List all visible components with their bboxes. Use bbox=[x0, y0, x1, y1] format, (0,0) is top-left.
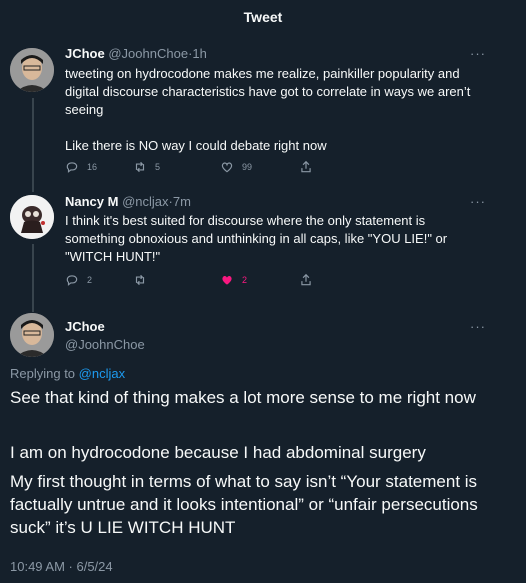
replying-prefix: Replying to bbox=[10, 366, 76, 381]
share-button[interactable] bbox=[299, 160, 313, 174]
tweet-2-time[interactable]: 7m bbox=[173, 194, 191, 209]
tweet-1-line: Like there is NO way I could debate righ… bbox=[65, 138, 327, 153]
avatar-jchoe[interactable] bbox=[10, 48, 54, 92]
main-name[interactable]: JChoe bbox=[65, 319, 145, 334]
tweet-2-name[interactable]: Nancy M bbox=[65, 194, 118, 209]
reply-count: 2 bbox=[87, 275, 93, 285]
reply-count: 16 bbox=[87, 162, 98, 172]
share-icon bbox=[301, 273, 311, 286]
thread-line-2 bbox=[32, 244, 34, 312]
tweet-1-line: digital discourse characteristics have g… bbox=[65, 84, 471, 99]
retweet-button[interactable]: 5 bbox=[133, 160, 160, 174]
reply-button[interactable]: 16 bbox=[65, 160, 97, 174]
share-icon bbox=[301, 160, 311, 173]
tweet-1-line: seeing bbox=[65, 102, 104, 117]
retweet-count: 5 bbox=[155, 162, 161, 172]
share-button[interactable] bbox=[299, 273, 313, 287]
retweet-icon bbox=[135, 161, 145, 173]
reply-button[interactable]: 2 bbox=[65, 273, 92, 287]
tweet-1-time[interactable]: 1h bbox=[192, 46, 206, 61]
tweet-1-handle[interactable]: @JoohnChoe bbox=[108, 46, 188, 61]
page-title: Tweet bbox=[243, 9, 283, 25]
retweet-icon bbox=[135, 274, 145, 286]
main-paragraph-1: See that kind of thing makes a lot more … bbox=[10, 388, 476, 407]
timestamp[interactable]: 10:49 AM · 6/5/24 bbox=[10, 559, 113, 574]
tweet-1-line bbox=[65, 119, 505, 137]
replying-to: Replying to @ncljax bbox=[10, 366, 125, 381]
avatar-jchoe-main[interactable] bbox=[10, 313, 54, 357]
main-more-icon[interactable]: ··· bbox=[470, 319, 486, 334]
main-handle[interactable]: @JoohnChoe bbox=[65, 337, 145, 352]
tweet-1-more-icon[interactable]: ··· bbox=[470, 46, 486, 61]
tweet-2-handle[interactable]: @ncljax bbox=[122, 194, 168, 209]
like-button[interactable]: 99 bbox=[220, 160, 252, 174]
main-paragraph-2: I am on hydrocodone because I had abdomi… bbox=[10, 443, 426, 462]
like-icon bbox=[221, 162, 233, 173]
tweet-2-more-icon[interactable]: ··· bbox=[470, 194, 486, 209]
avatar-nancy[interactable] bbox=[10, 195, 54, 239]
reply-icon bbox=[66, 162, 78, 173]
tweet-1-line: tweeting on hydrocodone makes me realize… bbox=[65, 66, 460, 81]
reply-icon bbox=[66, 275, 78, 286]
thread-line-1 bbox=[32, 98, 34, 192]
tweet-2-line: something obnoxious and unthinking in al… bbox=[65, 231, 448, 246]
replying-to-link[interactable]: @ncljax bbox=[79, 366, 125, 381]
like-count: 99 bbox=[242, 162, 253, 172]
retweet-button[interactable] bbox=[133, 273, 147, 287]
tweet-2-line: "WITCH HUNT!" bbox=[65, 249, 161, 264]
tweet-2-line: I think it's best suited for discourse w… bbox=[65, 213, 426, 228]
like-count: 2 bbox=[242, 275, 248, 285]
like-button[interactable]: 2 bbox=[220, 273, 247, 287]
tweet-1-name[interactable]: JChoe bbox=[65, 46, 105, 61]
like-icon bbox=[222, 276, 232, 285]
main-paragraph-3: My first thought in terms of what to say… bbox=[10, 472, 478, 537]
